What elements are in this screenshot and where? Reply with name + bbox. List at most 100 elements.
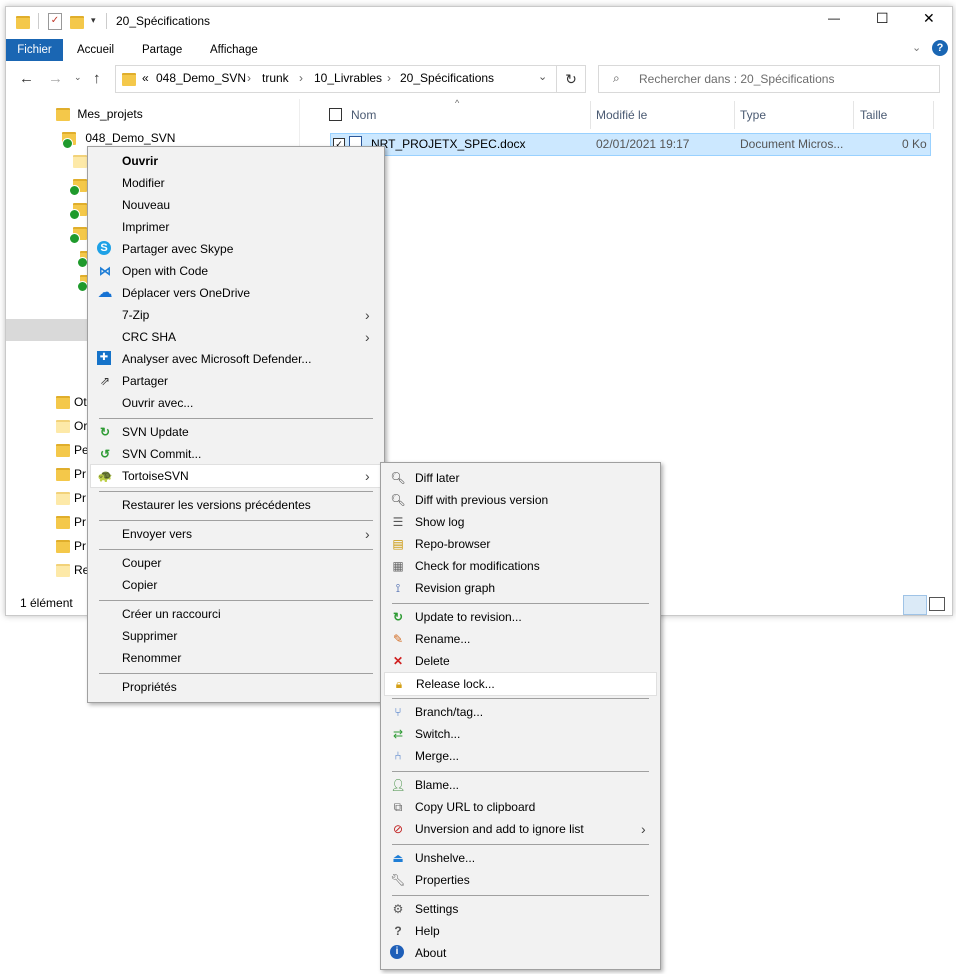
tab-affichage[interactable]: Affichage [210,39,258,61]
file-name[interactable]: NRT_PROJETX_SPEC.docx [371,137,526,151]
wrench-icon: 🔧︎ [390,873,406,887]
forward-icon[interactable]: → [48,70,63,87]
menu-item-diff-previous[interactable]: 🔍︎ Diff with previous version [384,489,657,511]
breadcrumb-separator-icon[interactable]: › [387,71,391,85]
back-icon[interactable]: ← [19,70,34,87]
search-input[interactable]: Rechercher dans : 20_Spécifications [639,72,834,86]
column-divider[interactable] [853,101,854,129]
breadcrumb-048-demo-svn[interactable]: 048_Demo_SVN [156,71,246,85]
column-divider[interactable] [734,101,735,129]
menu-item-delete[interactable]: ✕ Delete [384,650,657,672]
menu-item-couper[interactable]: Couper [91,552,381,574]
menu-item-imprimer[interactable]: Imprimer [91,216,381,238]
folder-icon [56,444,70,458]
menu-item-ouvrir-avec[interactable]: Ouvrir avec... [91,392,381,414]
menu-item-svn-update[interactable]: ↻ SVN Update [91,421,381,443]
column-divider[interactable] [933,101,934,129]
tree-item[interactable]: Re [56,559,89,581]
menu-item-7zip[interactable]: 7-Zip › [91,304,381,326]
address-dropdown-icon[interactable]: ⌄ [538,70,547,83]
menu-item-unversion-ignore[interactable]: ⊘ Unversion and add to ignore list › [384,818,657,840]
column-header-name[interactable]: Nom [351,108,376,122]
large-icons-view-icon[interactable] [929,597,945,611]
menu-item-nouveau[interactable]: Nouveau [91,194,381,216]
tab-fichier[interactable]: Fichier [6,39,63,61]
tree-item[interactable]: Pe [56,439,89,461]
menu-item-proprietes[interactable]: Propriétés [91,676,381,698]
menu-item-update-to-revision[interactable]: ↻ Update to revision... [384,606,657,628]
menu-item-about[interactable]: i About [384,942,657,964]
menu-item-help[interactable]: ? Help [384,920,657,942]
column-divider[interactable] [590,101,591,129]
column-header-type[interactable]: Type [740,108,766,122]
menu-item-revision-graph[interactable]: ⟟ Revision graph [384,577,657,599]
select-all-checkbox[interactable] [329,108,342,121]
repo-browser-icon: ▤ [392,537,404,551]
breadcrumb-20-specifications[interactable]: 20_Spécifications [400,71,494,85]
menu-item-check-modifications[interactable]: ▦ Check for modifications [384,555,657,577]
menu-item-modifier[interactable]: Modifier [91,172,381,194]
menu-item-branch-tag[interactable]: ⑂ Branch/tag... [384,701,657,723]
breadcrumb-overflow[interactable]: « [142,71,149,85]
up-icon[interactable]: ↑ [93,70,101,87]
menu-item-release-lock[interactable]: 🔒︎ Release lock... [384,672,657,696]
breadcrumb-10-livrables[interactable]: 10_Livrables [314,71,382,85]
address-bar[interactable]: « 048_Demo_SVN › trunk › 10_Livrables › … [115,65,557,93]
breadcrumb-separator-icon[interactable]: › [247,71,251,85]
menu-item-diff-later[interactable]: 🔍︎ Diff later [384,467,657,489]
menu-item-repo-browser[interactable]: ▤ Repo-browser [384,533,657,555]
menu-item-defender[interactable]: ✚ Analyser avec Microsoft Defender... [91,348,381,370]
file-size: 0 Ko [902,137,927,151]
menu-item-creer-raccourci[interactable]: Créer un raccourci [91,603,381,625]
menu-item-onedrive[interactable]: ☁ Déplacer vers OneDrive [91,282,381,304]
menu-item-partager-skype[interactable]: S Partager avec Skype [91,238,381,260]
tree-item[interactable]: Pr [56,535,86,557]
menu-item-rename[interactable]: ✎ Rename... [384,628,657,650]
menu-item-properties[interactable]: 🔧︎ Properties [384,869,657,891]
tree-item[interactable]: Pr [56,511,86,533]
menu-item-unshelve[interactable]: ⏏ Unshelve... [384,847,657,869]
tree-item[interactable]: Or [56,415,87,437]
tab-accueil[interactable]: Accueil [77,39,114,61]
menu-item-open-with-code[interactable]: ⋈ Open with Code [91,260,381,282]
ribbon-expand-icon[interactable]: ⌄ [912,41,921,54]
properties-icon[interactable]: ✓ [48,13,62,30]
details-view-icon[interactable] [903,595,927,615]
search-box[interactable]: ⌕ Rechercher dans : 20_Spécifications [598,65,940,93]
menu-item-envoyer-vers[interactable]: Envoyer vers › [91,523,381,545]
menu-item-ouvrir[interactable]: Ouvrir [91,150,381,172]
menu-item-restaurer[interactable]: Restaurer les versions précédentes [91,494,381,516]
menu-item-tortoisesvn[interactable]: 🐢 TortoiseSVN › [90,464,382,488]
menu-item-partager[interactable]: ⇗ Partager [91,370,381,392]
tree-selected-row[interactable] [6,319,88,341]
menu-item-show-log[interactable]: ☰ Show log [384,511,657,533]
recent-dropdown-icon[interactable]: ⌄ [74,72,82,83]
menu-item-merge[interactable]: ⑃ Merge... [384,745,657,767]
minimize-button[interactable]: — [828,11,840,25]
close-button[interactable]: ✕ [923,10,935,27]
maximize-button[interactable]: ☐ [876,10,889,27]
refresh-icon[interactable]: ↻ [556,65,586,93]
menu-item-copy-url[interactable]: ⧉ Copy URL to clipboard [384,796,657,818]
column-header-modified[interactable]: Modifié le [596,108,647,122]
tree-item[interactable]: Ot [56,391,87,413]
column-header-size[interactable]: Taille [860,108,887,122]
menu-item-settings[interactable]: ⚙ Settings [384,898,657,920]
menu-item-svn-commit[interactable]: ↺ SVN Commit... [91,443,381,465]
tree-item[interactable]: Pr [56,463,86,485]
menu-item-switch[interactable]: ⇄ Switch... [384,723,657,745]
tab-partage[interactable]: Partage [142,39,182,61]
menu-item-copier[interactable]: Copier [91,574,381,596]
file-row[interactable]: ✓ NRT_PROJETX_SPEC.docx 02/01/2021 19:17… [330,133,931,156]
menu-item-supprimer[interactable]: Supprimer [91,625,381,647]
menu-item-crc-sha[interactable]: CRC SHA › [91,326,381,348]
breadcrumb-trunk[interactable]: trunk [262,71,289,85]
quick-access-dropdown-icon[interactable]: ▾ [91,15,96,26]
breadcrumb-separator-icon[interactable]: › [299,71,303,85]
help-icon[interactable]: ? [932,40,948,56]
new-folder-icon[interactable] [70,16,84,29]
tree-item[interactable]: Pr [56,487,86,509]
tree-item-mes-projets[interactable]: Mes_projets [56,103,143,125]
menu-item-blame[interactable]: 👤︎ Blame... [384,774,657,796]
menu-item-renommer[interactable]: Renommer [91,647,381,669]
